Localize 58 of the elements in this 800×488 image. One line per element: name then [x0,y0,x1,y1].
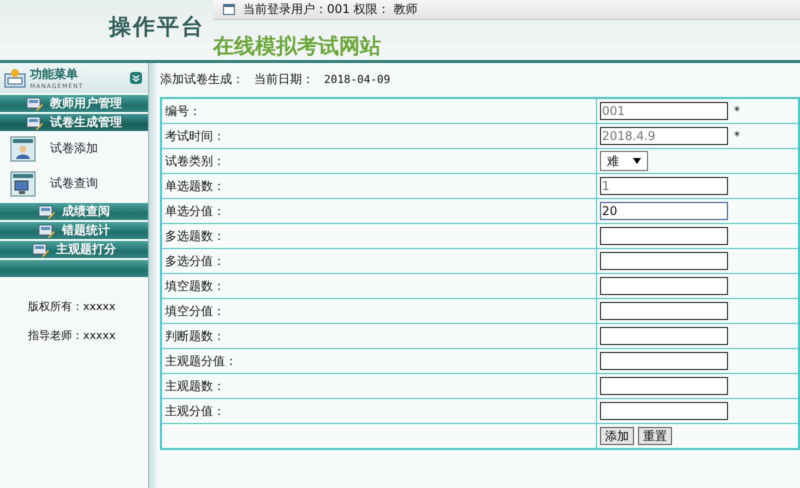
field-label: 主观题分值： [165,354,237,368]
text-field[interactable]: 2018.4.9 [600,127,728,145]
field-label: 填空题数： [165,278,225,292]
text-field[interactable] [600,327,728,345]
page-title: 添加试卷生成： [160,70,244,88]
user-info: 当前登录用户：001 权限： 教师 [243,1,418,18]
dropdown-arrow-icon [633,158,641,164]
menu-section[interactable]: 教师用户管理 [0,95,148,112]
folder-icon [38,224,56,238]
text-field[interactable] [600,227,728,245]
field-label: 主观题数： [165,378,225,392]
text-field[interactable] [600,302,728,320]
menu-item[interactable]: 试卷添加 [0,131,148,166]
form-button[interactable]: 重置 [638,427,672,445]
footer-text: 版权所有：xxxxx [28,299,117,314]
monitor-form-icon [10,170,36,196]
folder-icon [26,96,44,110]
text-field[interactable]: 001 [600,102,728,120]
field-label: 试卷类别： [165,154,225,168]
window-icon [223,4,235,15]
form-button[interactable]: 添加 [600,427,634,445]
field-label: 主观分值： [165,404,225,418]
text-field[interactable] [600,377,728,395]
date-value: 2018-04-09 [324,72,390,86]
menu-title: 功能菜单 [30,66,79,83]
field-label: 填空分值： [165,304,225,318]
text-field[interactable] [600,252,728,270]
field-label: 单选分值： [165,204,225,218]
field-label: 判断题数： [165,328,225,342]
text-field[interactable]: 1 [600,177,728,195]
folder-icon [38,204,56,218]
menu-section[interactable]: 错题统计 [0,222,148,239]
field-label: 单选题数： [165,178,225,192]
menu-section[interactable]: 试卷生成管理 [0,114,148,131]
date-label: 当前日期： [254,70,314,88]
folder-icon [26,116,44,130]
text-field[interactable]: 20 [600,202,728,220]
menu-section[interactable]: 主观题打分 [0,241,148,258]
menu-item[interactable]: 试卷查询 [0,166,148,201]
field-label: 考试时间： [165,128,225,142]
footer-text: 指导老师：xxxxx [28,328,117,343]
folder-icon [32,242,50,256]
required-mark: * [734,104,740,118]
required-mark: * [734,129,740,143]
board-icon [4,68,26,88]
field-label: 编号： [165,104,201,118]
menu-section[interactable]: 成绩查阅 [0,203,148,220]
collapse-icon[interactable] [130,72,142,84]
user-form-icon [10,136,36,162]
platform-title: 操作平台 [109,14,205,42]
category-dropdown[interactable]: 难 [600,151,648,171]
splitter-handle[interactable] [148,63,157,488]
text-field[interactable] [600,402,728,420]
site-title: 在线模拟考试网站 [213,32,382,60]
field-label: 多选分值： [165,254,225,268]
text-field[interactable] [600,277,728,295]
field-label: 多选题数： [165,228,225,242]
text-field[interactable] [600,352,728,370]
